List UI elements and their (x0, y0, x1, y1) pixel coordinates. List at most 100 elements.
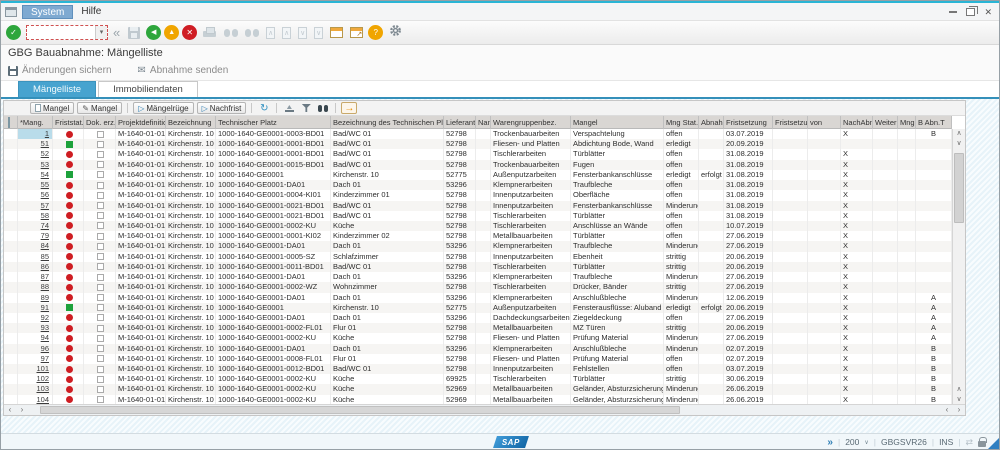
cell-dok[interactable] (84, 139, 116, 149)
jump-arrow-icon[interactable]: → (341, 102, 357, 114)
grid-row[interactable]: 54M-1640-01-01Kirchenstr. 101000-1640-GE… (4, 170, 952, 180)
dok-checkbox[interactable] (97, 294, 104, 301)
grid-row[interactable]: 88M-1640-01-01Kirchenstr. 101000-1640-GE… (4, 282, 952, 292)
row-number-link[interactable]: 92 (41, 313, 49, 322)
grid-row[interactable]: 79M-1640-01-01Kirchenstr. 101000-1640-GE… (4, 231, 952, 241)
column-header-name[interactable]: Name (476, 116, 491, 129)
scroll-left-icon[interactable]: ‹ (941, 405, 953, 415)
grid-row[interactable]: 55M-1640-01-01Kirchenstr. 101000-1640-GE… (4, 180, 952, 190)
save-changes-button[interactable]: Änderungen sichern (8, 65, 112, 76)
cell-nr[interactable]: 58 (18, 211, 53, 221)
cell-dok[interactable] (84, 333, 116, 343)
cell-nr[interactable]: 92 (18, 313, 53, 323)
row-number-link[interactable]: 58 (41, 211, 49, 220)
cell-nr[interactable]: 74 (18, 221, 53, 231)
cell-nr[interactable]: 55 (18, 180, 53, 190)
column-header-technischer_platz[interactable]: Technischer Platz (216, 116, 331, 129)
row-number-link[interactable]: 87 (41, 272, 49, 281)
row-number-link[interactable]: 55 (41, 180, 49, 189)
dok-checkbox[interactable] (97, 274, 104, 281)
column-header-lieferant[interactable]: Lieferant (444, 116, 476, 129)
cancel-button[interactable]: ✕ (182, 25, 197, 40)
column-header-fristsetzung[interactable]: Fristsetzung (724, 116, 773, 129)
column-header-mng_all[interactable]: Mng all. (898, 116, 916, 129)
cell-dok[interactable] (84, 384, 116, 394)
grid-row[interactable]: 87M-1640-01-01Kirchenstr. 101000-1640-GE… (4, 272, 952, 282)
grid-row[interactable]: 102M-1640-01-01Kirchenstr. 101000-1640-G… (4, 374, 952, 384)
grid-row[interactable]: 84M-1640-01-01Kirchenstr. 101000-1640-GE… (4, 241, 952, 251)
grid-row[interactable]: 93M-1640-01-01Kirchenstr. 101000-1640-GE… (4, 323, 952, 333)
column-header-mng_stat[interactable]: Mng Stat. (664, 116, 699, 129)
cell-nr[interactable]: 87 (18, 272, 53, 282)
cell-nr[interactable]: 89 (18, 293, 53, 303)
dok-checkbox[interactable] (97, 325, 104, 332)
cell-dok[interactable] (84, 344, 116, 354)
column-header-abnahme[interactable]: Abnahme (699, 116, 724, 129)
collapse-toolbar-icon[interactable]: « (111, 25, 122, 40)
horizontal-scrollbar[interactable]: ‹ › ‹ › (4, 404, 965, 415)
cell-nr[interactable]: 54 (18, 170, 53, 180)
dok-checkbox[interactable] (97, 253, 104, 260)
column-header-corner[interactable] (4, 116, 18, 129)
scroll-up-icon[interactable]: ∧ (953, 385, 965, 395)
cell-nr[interactable]: 94 (18, 333, 53, 343)
grid-row[interactable]: 56M-1640-01-01Kirchenstr. 101000-1640-GE… (4, 190, 952, 200)
tab-maengelliste[interactable]: Mängelliste (18, 81, 96, 97)
column-header-bezeichnung[interactable]: Bezeichnung (166, 116, 216, 129)
grid-row[interactable]: 85M-1640-01-01Kirchenstr. 101000-1640-GE… (4, 252, 952, 262)
cell-nr[interactable]: 97 (18, 354, 53, 364)
dok-checkbox[interactable] (97, 304, 104, 311)
column-header-weiterl[interactable]: Weiterl. (873, 116, 898, 129)
vertical-scrollbar[interactable]: ∧ ∨ ∧ ∨ (952, 129, 965, 405)
cell-dok[interactable] (84, 252, 116, 262)
column-header-frist_status[interactable]: Friststat. (53, 116, 84, 129)
grid-row[interactable]: 86M-1640-01-01Kirchenstr. 101000-1640-GE… (4, 262, 952, 272)
cell-dok[interactable] (84, 211, 116, 221)
customize-layout-icon[interactable] (389, 24, 402, 42)
dok-checkbox[interactable] (97, 233, 104, 240)
row-number-link[interactable]: 93 (41, 323, 49, 332)
dok-checkbox[interactable] (97, 243, 104, 250)
grid-row[interactable]: 53M-1640-01-01Kirchenstr. 101000-1640-GE… (4, 160, 952, 170)
cell-dok[interactable] (84, 221, 116, 231)
create-shortcut-icon[interactable] (350, 27, 363, 38)
edit-mangel-button[interactable]: ✎Mangel (77, 102, 122, 114)
maengelruege-button[interactable]: ▷Mängelrüge (133, 102, 193, 114)
scroll-right-icon[interactable]: › (953, 405, 965, 415)
search-icon[interactable] (316, 102, 330, 114)
cell-nr[interactable]: 52 (18, 149, 53, 159)
cell-dok[interactable] (84, 170, 116, 180)
column-header-mangel[interactable]: Mangel (571, 116, 664, 129)
dok-checkbox[interactable] (97, 376, 104, 383)
cell-dok[interactable] (84, 313, 116, 323)
exit-button[interactable]: ▲ (164, 25, 179, 40)
dok-checkbox[interactable] (97, 141, 104, 148)
cell-nr[interactable]: 91 (18, 303, 53, 313)
row-number-link[interactable]: 56 (41, 190, 49, 199)
zoom-level[interactable]: 200 (845, 437, 859, 447)
row-number-link[interactable]: 54 (41, 170, 49, 179)
row-number-link[interactable]: 104 (36, 395, 49, 404)
dok-checkbox[interactable] (97, 386, 104, 393)
dok-checkbox[interactable] (97, 366, 104, 373)
cell-nr[interactable]: 86 (18, 262, 53, 272)
tab-immobiliendaten[interactable]: Immobiliendaten (98, 81, 198, 97)
grid-row[interactable]: 101M-1640-01-01Kirchenstr. 101000-1640-G… (4, 364, 952, 374)
save-icon[interactable] (128, 27, 140, 39)
filter-icon[interactable] (299, 102, 313, 114)
cell-nr[interactable]: 85 (18, 252, 53, 262)
row-number-link[interactable]: 1 (45, 129, 49, 138)
cell-dok[interactable] (84, 180, 116, 190)
dok-checkbox[interactable] (97, 131, 104, 138)
cell-dok[interactable] (84, 190, 116, 200)
cell-dok[interactable] (84, 262, 116, 272)
cell-nr[interactable]: 84 (18, 241, 53, 251)
cell-nr[interactable]: 103 (18, 384, 53, 394)
command-dropdown-icon[interactable]: ▾ (95, 26, 107, 39)
new-mangel-button[interactable]: Mangel (30, 102, 74, 114)
dok-checkbox[interactable] (97, 192, 104, 199)
column-header-nr[interactable]: *Mang. (18, 116, 53, 129)
menu-system[interactable]: System (22, 5, 73, 19)
scroll-right-icon[interactable]: › (16, 405, 28, 415)
grid-row[interactable]: 51M-1640-01-01Kirchenstr. 101000-1640-GE… (4, 139, 952, 149)
